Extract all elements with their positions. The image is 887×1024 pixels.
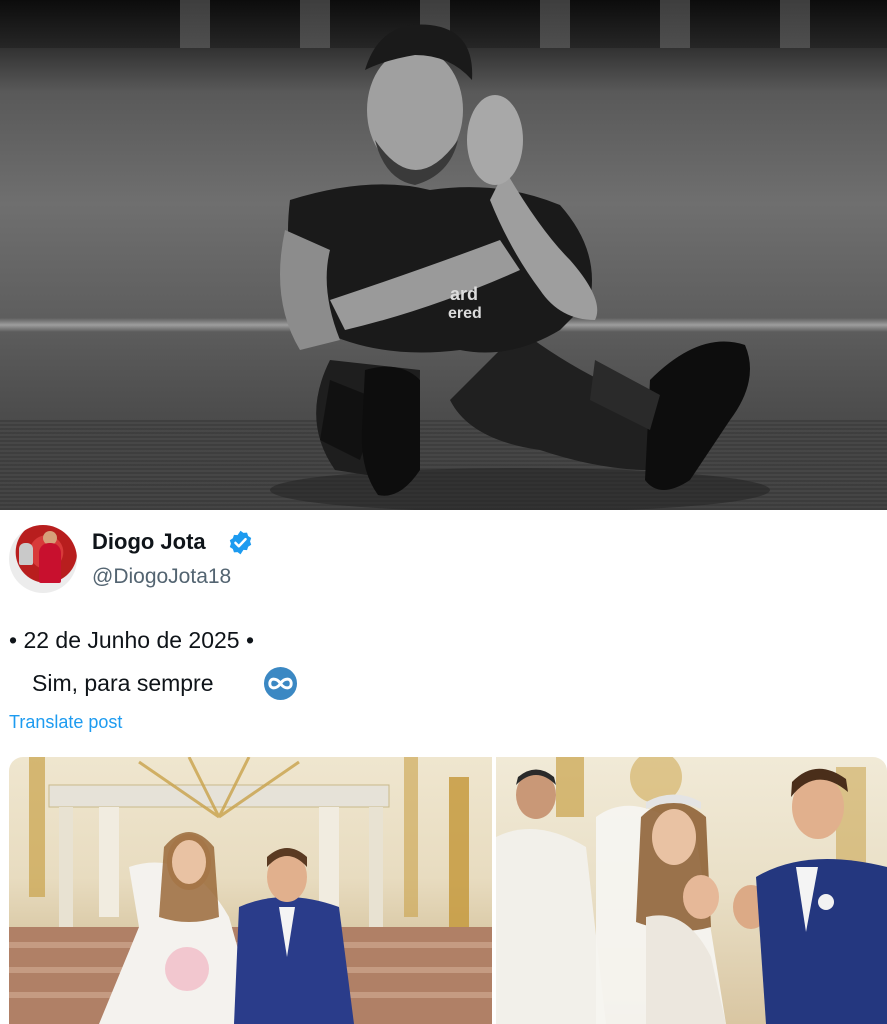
trophy-shape xyxy=(19,543,33,565)
avatar-body xyxy=(39,543,61,583)
svg-text:ered: ered xyxy=(448,305,482,322)
verified-badge-icon xyxy=(229,530,252,555)
svg-text:ard: ard xyxy=(450,284,478,304)
hero-photo[interactable]: ard ered xyxy=(0,0,887,510)
wedding-photo-2[interactable] xyxy=(496,757,887,1024)
wedding-photo-1[interactable] xyxy=(9,757,492,1024)
altar-scene xyxy=(9,757,492,1024)
tweet-date-line: • 22 de Junho de 2025 • xyxy=(9,627,255,653)
profile-avatar[interactable] xyxy=(9,525,77,593)
tweet-text: Sim, para sempre xyxy=(32,670,214,696)
ring-scene xyxy=(496,757,887,1024)
translate-post-link[interactable]: Translate post xyxy=(9,712,122,733)
user-handle[interactable]: @DiogoJota18 xyxy=(92,565,231,589)
infinity-emoji-icon xyxy=(263,666,298,701)
display-name[interactable]: Diogo Jota xyxy=(92,529,206,555)
player-figure: ard ered xyxy=(270,24,770,510)
